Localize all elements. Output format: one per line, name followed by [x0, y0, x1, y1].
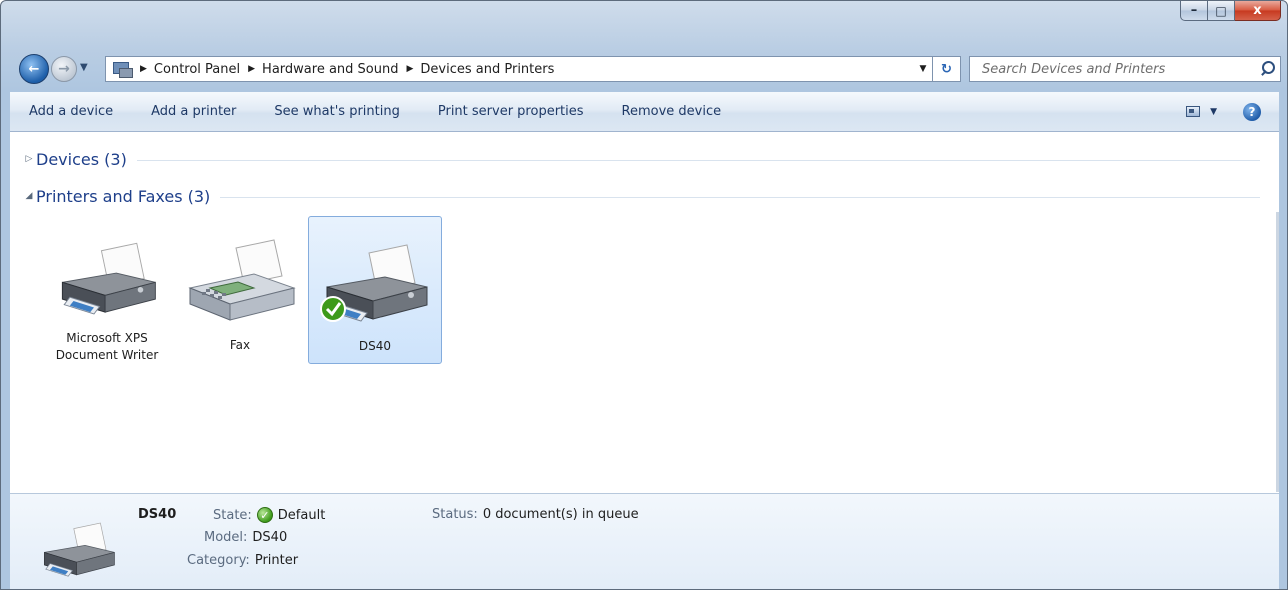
device-label: Microsoft XPS Document Writer [55, 331, 159, 362]
default-check-icon: ✓ [256, 507, 273, 523]
status-value: 0 document(s) in queue [482, 507, 639, 522]
group-header-printers[interactable]: ◢ Printers and Faxes (3) [10, 185, 1260, 207]
state-label: State: [213, 507, 252, 523]
printer-icon [44, 522, 115, 577]
add-device-button[interactable]: Add a device [10, 92, 132, 131]
forward-arrow-icon: → [58, 61, 70, 77]
device-item-selected[interactable]: DS40 [308, 216, 442, 364]
search-input[interactable] [980, 60, 1258, 78]
category-value: Printer [254, 553, 299, 568]
search-box [969, 56, 1281, 82]
details-device-name: DS40 [138, 507, 177, 522]
print-server-properties-button[interactable]: Print server properties [419, 92, 603, 131]
state-value: Default [277, 507, 326, 523]
back-arrow-icon: ← [28, 61, 40, 77]
address-dropdown-icon[interactable]: ▼ [914, 64, 932, 74]
content-pane: ▷ Devices (3) ◢ Printers and Faxes (3) M… [10, 132, 1279, 493]
view-icon [1186, 106, 1201, 117]
search-icon[interactable] [1258, 58, 1280, 80]
device-item[interactable]: Fax [173, 216, 307, 364]
chevron-down-icon: ▼ [80, 62, 88, 73]
minimize-icon: – [1190, 3, 1198, 18]
group-title-printers[interactable]: Printers and Faxes (3) [36, 187, 210, 206]
status-label: Status: [432, 507, 478, 522]
breadcrumb-separator-icon[interactable]: ▶ [140, 64, 147, 74]
explorer-window: – □ x ← → ▼ ▶ Control Panel ▶ Hardware a… [0, 0, 1288, 590]
add-printer-button[interactable]: Add a printer [132, 92, 255, 131]
fax-icon [188, 239, 296, 321]
details-model-row: Model: DS40 [204, 530, 287, 545]
device-label: DS40 [358, 339, 392, 353]
group-divider [220, 196, 1260, 198]
chevron-down-icon: ▼ [1210, 106, 1217, 117]
printer-icon [320, 244, 428, 322]
forward-button[interactable]: → [51, 56, 77, 82]
see-whats-printing-button[interactable]: See what's printing [255, 92, 418, 131]
recent-pages-button[interactable]: ▼ [80, 62, 88, 73]
device-label: Fax [229, 338, 251, 352]
remove-device-button[interactable]: Remove device [603, 92, 741, 131]
command-bar: Add a device Add a printer See what's pr… [10, 92, 1279, 132]
breadcrumb-control-panel[interactable]: Control Panel [154, 62, 240, 77]
breadcrumb-separator-icon[interactable]: ▶ [248, 64, 255, 74]
group-title-devices[interactable]: Devices (3) [36, 150, 127, 169]
details-state-row: State: ✓ Default [213, 507, 325, 523]
group-divider [136, 159, 1260, 161]
scrollbar[interactable] [1276, 212, 1279, 492]
close-button[interactable]: x [1235, 1, 1281, 21]
model-label: Model: [204, 530, 248, 545]
back-button[interactable]: ← [19, 54, 49, 84]
caption-buttons: – □ x [1180, 1, 1281, 21]
category-label: Category: [187, 553, 250, 568]
refresh-icon: ↻ [941, 61, 952, 77]
details-pane: DS40 State: ✓ Default Model: DS40 Catego… [10, 493, 1279, 589]
maximize-button[interactable]: □ [1208, 1, 1235, 21]
model-value: DS40 [252, 530, 288, 545]
close-icon: x [1253, 3, 1262, 18]
check-glyph: ✓ [260, 508, 270, 522]
refresh-button[interactable]: ↻ [932, 56, 961, 82]
help-icon[interactable]: ? [1243, 102, 1261, 121]
printer-icon [61, 242, 156, 315]
details-status-row: Status: 0 document(s) in queue [432, 507, 639, 522]
maximize-icon: □ [1215, 3, 1227, 18]
change-view-button[interactable]: ▼ [1186, 106, 1217, 117]
breadcrumb-separator-icon[interactable]: ▶ [406, 64, 413, 74]
breadcrumb-devices-and-printers[interactable]: Devices and Printers [420, 62, 554, 77]
navigation-bar: ← → ▼ ▶ Control Panel ▶ Hardware and Sou… [1, 52, 1287, 86]
devices-printers-icon [112, 61, 133, 78]
minimize-button[interactable]: – [1180, 1, 1208, 21]
breadcrumb-hardware-and-sound[interactable]: Hardware and Sound [262, 62, 398, 77]
help-glyph: ? [1248, 104, 1256, 119]
group-header-devices[interactable]: ▷ Devices (3) [10, 148, 1260, 170]
address-bar[interactable]: ▶ Control Panel ▶ Hardware and Sound ▶ D… [105, 56, 933, 82]
details-category-row: Category: Printer [187, 553, 298, 568]
device-item[interactable]: Microsoft XPS Document Writer [40, 216, 174, 364]
